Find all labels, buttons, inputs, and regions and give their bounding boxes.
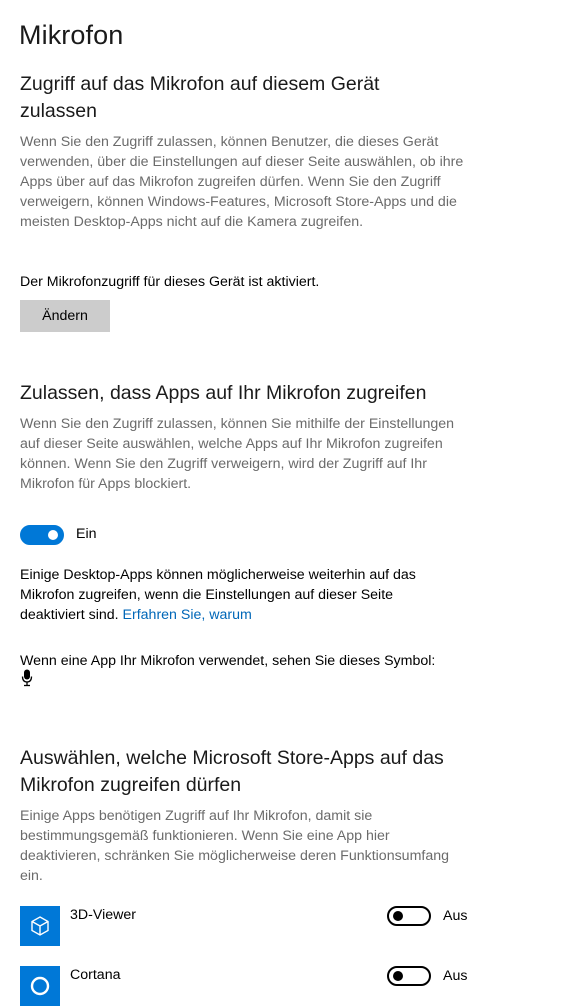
- device-access-status: Der Mikrofonzugriff für dieses Gerät ist…: [20, 274, 320, 290]
- learn-more-link[interactable]: Erfahren Sie, warum: [123, 607, 252, 623]
- app-toggle-label-3d-viewer: Aus: [443, 908, 468, 924]
- toggle-knob: [393, 911, 403, 921]
- app-access-heading: Zulassen, dass Apps auf Ihr Mikrofon zug…: [20, 382, 427, 404]
- microphone-icon: [21, 669, 33, 687]
- toggle-knob: [48, 530, 58, 540]
- app-access-toggle[interactable]: [20, 525, 64, 545]
- symbol-note: Wenn eine App Ihr Mikrofon verwendet, se…: [20, 653, 436, 669]
- store-apps-heading: Auswählen, welche Microsoft Store-Apps a…: [20, 747, 444, 796]
- device-access-heading: Zugriff auf das Mikrofon auf diesem Gerä…: [20, 73, 380, 122]
- desktop-apps-note: Einige Desktop-Apps können möglicherweis…: [20, 565, 460, 625]
- app-name-cortana: Cortana: [70, 967, 121, 983]
- change-button[interactable]: Ändern: [20, 300, 110, 332]
- device-access-description: Wenn Sie den Zugriff zulassen, können Be…: [20, 134, 464, 230]
- app-toggle-label-cortana: Aus: [443, 968, 468, 984]
- store-apps-description: Einige Apps benötigen Zugriff auf Ihr Mi…: [20, 808, 450, 884]
- page-title: Mikrofon: [19, 20, 124, 50]
- app-toggle-3d-viewer[interactable]: [387, 906, 431, 926]
- cube-icon: [20, 906, 60, 946]
- toggle-knob: [393, 971, 403, 981]
- app-toggle-cortana[interactable]: [387, 966, 431, 986]
- app-access-description: Wenn Sie den Zugriff zulassen, können Si…: [20, 416, 455, 492]
- app-name-3d-viewer: 3D-Viewer: [70, 907, 136, 923]
- app-access-toggle-label: Ein: [76, 526, 97, 542]
- cortana-circle-icon: [20, 966, 60, 1006]
